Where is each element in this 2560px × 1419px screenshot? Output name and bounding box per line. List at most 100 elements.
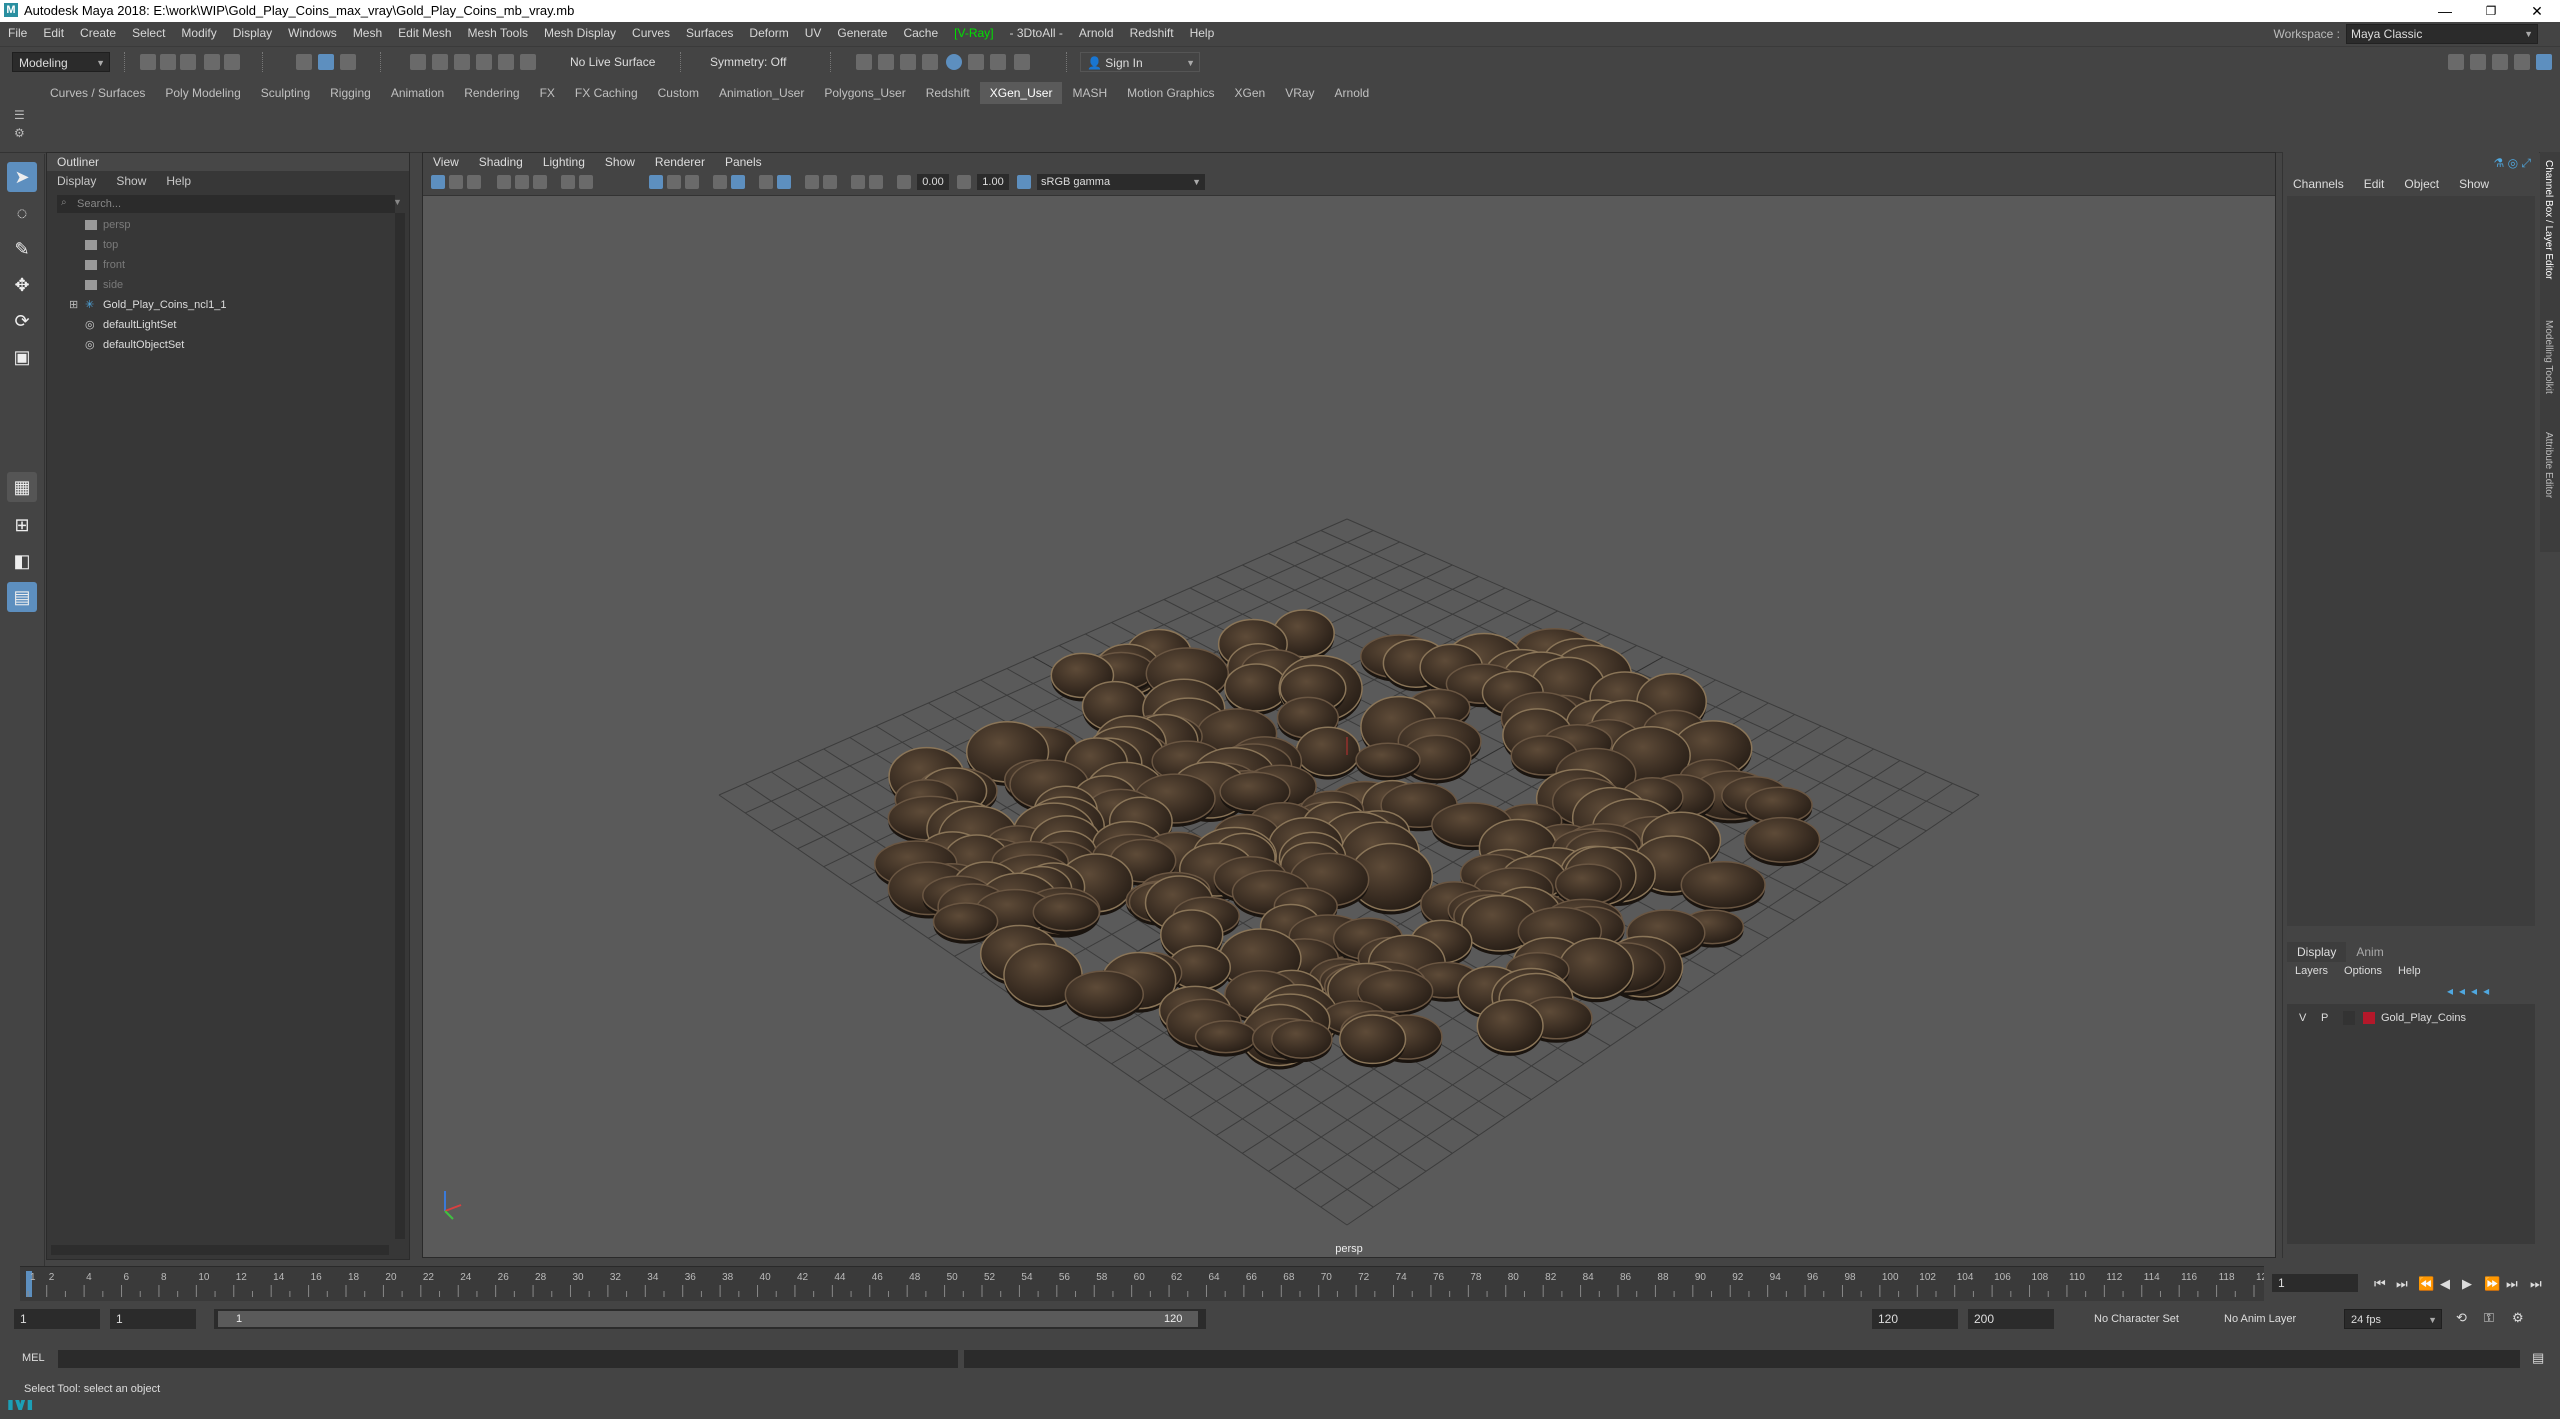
open-scene-icon[interactable] [160, 54, 176, 70]
layer-menu-options[interactable]: Options [2336, 962, 2390, 980]
script-editor-icon[interactable]: ▤ [2532, 1350, 2544, 1366]
menu-generate[interactable]: Generate [829, 22, 895, 44]
outliner-item-side[interactable]: side [47, 275, 391, 295]
select-tool-icon[interactable]: ➤ [7, 162, 37, 192]
viewport-menu-shading[interactable]: Shading [469, 153, 533, 171]
use-all-lights-icon[interactable] [731, 175, 745, 189]
menu-select[interactable]: Select [124, 22, 173, 44]
auto-key-icon[interactable]: ⚿ [2484, 1310, 2494, 1326]
grid-icon[interactable] [561, 175, 575, 189]
channel-box-body[interactable] [2287, 196, 2535, 926]
colorspace-dropdown[interactable]: sRGB gamma ▼ [1037, 174, 1205, 190]
shelf-tab-sculpting[interactable]: Sculpting [251, 82, 320, 104]
close-button[interactable]: ✕ [2514, 0, 2560, 22]
range-slider-handle[interactable] [218, 1311, 1198, 1327]
persp-outliner-layout-icon[interactable]: ◧ [7, 546, 37, 576]
anim-layer-dropdown[interactable]: No Anim Layer [2224, 1309, 2330, 1329]
safe-action-icon[interactable] [649, 175, 663, 189]
render-frame-icon[interactable] [856, 54, 872, 70]
shelf-tab-polygons-user[interactable]: Polygons_User [814, 82, 915, 104]
channels-menu-edit[interactable]: Edit [2354, 174, 2395, 194]
viewport-menu-renderer[interactable]: Renderer [645, 153, 715, 171]
current-frame-field[interactable]: 1 [2272, 1274, 2358, 1292]
shelf-tab-motion-graphics[interactable]: Motion Graphics [1117, 82, 1224, 104]
menu-windows[interactable]: Windows [280, 22, 345, 44]
save-scene-icon[interactable] [180, 54, 196, 70]
snap-curve-icon[interactable] [432, 54, 448, 70]
select-object-icon[interactable] [318, 54, 334, 70]
modeling-toolkit-icon[interactable] [2448, 54, 2464, 70]
menu-deform[interactable]: Deform [741, 22, 796, 44]
outliner-item-gold-play-coins[interactable]: ⊞ ✳ Gold_Play_Coins_ncl1_1 [47, 295, 391, 315]
wireframe-icon[interactable] [667, 175, 681, 189]
paint-select-tool-icon[interactable]: ✎ [7, 234, 37, 264]
menu-mesh-tools[interactable]: Mesh Tools [460, 22, 536, 44]
exposure-icon[interactable] [897, 175, 911, 189]
channels-menu-object[interactable]: Object [2394, 174, 2449, 194]
fps-dropdown[interactable]: 24 fps ▼ [2344, 1309, 2442, 1329]
scale-tool-icon[interactable]: ▣ [7, 342, 37, 372]
2d-pan-zoom-icon[interactable] [515, 175, 529, 189]
viewport-menu-show[interactable]: Show [595, 153, 645, 171]
layer-tab-anim[interactable]: Anim [2346, 942, 2393, 962]
bookmarks-icon[interactable] [467, 175, 481, 189]
menu-display[interactable]: Display [225, 22, 280, 44]
menu-vray[interactable]: [V-Ray] [946, 22, 1001, 44]
chevron-down-icon[interactable]: ▼ [393, 197, 402, 207]
menu-create[interactable]: Create [72, 22, 124, 44]
layer-playback-toggle[interactable]: P [2321, 1008, 2328, 1028]
exposure-field[interactable]: 0.00 [917, 174, 949, 190]
viewport-menu-view[interactable]: View [423, 153, 469, 171]
hypershade-icon[interactable] [990, 54, 1006, 70]
layer-color-swatch[interactable] [2363, 1012, 2375, 1024]
command-language-label[interactable]: MEL [22, 1352, 45, 1364]
loop-icon[interactable]: ⟲ [2456, 1310, 2467, 1326]
select-hierarchy-icon[interactable] [296, 54, 312, 70]
channel-box-toggle-icon[interactable] [2514, 54, 2530, 70]
rotate-tool-icon[interactable]: ⟳ [7, 306, 37, 336]
outliner-item-default-object-set[interactable]: ◎ defaultObjectSet [47, 335, 391, 355]
lasso-tool-icon[interactable]: ◌ [7, 198, 37, 228]
menu-3dtoall[interactable]: - 3DtoAll - [1002, 22, 1071, 44]
playback-end-field[interactable]: 120 [1872, 1309, 1958, 1329]
symmetry-label[interactable]: Symmetry: Off [710, 54, 786, 70]
menu-arnold[interactable]: Arnold [1071, 22, 1122, 44]
shelf-tab-mash[interactable]: MASH [1062, 82, 1117, 104]
outliner-item-persp[interactable]: persp [47, 215, 391, 235]
side-tab-channel-box[interactable]: Channel Box / Layer Editor [2543, 160, 2554, 280]
layer-buttons-icon[interactable]: ◂◂◂◂ [2447, 984, 2495, 998]
outliner-menu-show[interactable]: Show [106, 171, 156, 191]
shelf-tab-vray[interactable]: VRay [1275, 82, 1324, 104]
textured-icon[interactable] [713, 175, 727, 189]
smooth-shade-icon[interactable] [685, 175, 699, 189]
menu-redshift[interactable]: Redshift [1122, 22, 1182, 44]
menu-set-dropdown[interactable]: Modeling ▼ [12, 52, 110, 72]
menu-modify[interactable]: Modify [173, 22, 224, 44]
shelf-tab-animation[interactable]: Animation [381, 82, 454, 104]
ambient-occlusion-icon[interactable] [805, 175, 819, 189]
shelf-tab-xgen[interactable]: XGen [1225, 82, 1276, 104]
shelf-tab-rendering[interactable]: Rendering [454, 82, 529, 104]
xray-icon[interactable] [777, 175, 791, 189]
shelf-tab-fx-caching[interactable]: FX Caching [565, 82, 648, 104]
range-slider[interactable]: 1 120 [214, 1309, 1206, 1329]
menu-file[interactable]: File [0, 22, 35, 44]
shelf-tab-custom[interactable]: Custom [648, 82, 709, 104]
step-back-key-icon[interactable]: ⏭ [2396, 1276, 2408, 1292]
shelf-tab-rigging[interactable]: Rigging [320, 82, 381, 104]
step-back-frame-icon[interactable]: ⏪ [2418, 1276, 2434, 1292]
step-forward-frame-icon[interactable]: ⏩ [2484, 1276, 2500, 1292]
outliner-menu-display[interactable]: Display [47, 171, 106, 191]
outliner-item-front[interactable]: front [47, 255, 391, 275]
shadows-icon[interactable] [759, 175, 773, 189]
menu-help[interactable]: Help [1182, 22, 1223, 44]
outliner-layout-icon[interactable]: ▤ [7, 582, 37, 612]
render-view-icon[interactable] [878, 54, 894, 70]
outliner-item-default-light-set[interactable]: ◎ defaultLightSet [47, 315, 391, 335]
select-component-icon[interactable] [340, 54, 356, 70]
camera-attributes-icon[interactable] [449, 175, 463, 189]
snap-vertex-icon[interactable] [520, 54, 536, 70]
scene-canvas[interactable] [423, 195, 2275, 1257]
gamma-field[interactable]: 1.00 [977, 174, 1009, 190]
menu-uv[interactable]: UV [797, 22, 830, 44]
